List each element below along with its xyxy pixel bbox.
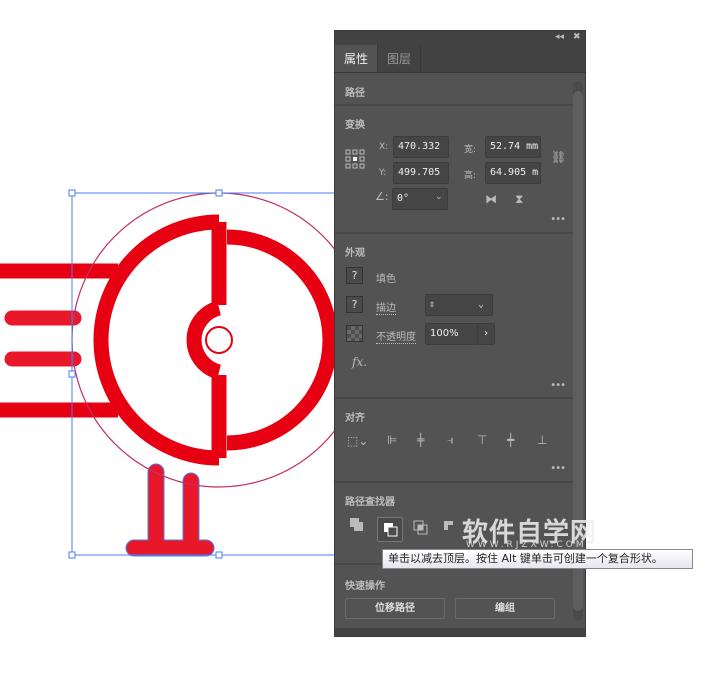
opacity-expand-button[interactable]: ›: [477, 323, 495, 345]
align-horizontal-center-icon[interactable]: ╪: [417, 433, 424, 447]
leg-shape: [125, 463, 215, 557]
center-circle: [205, 326, 233, 354]
quick-actions-title: 快速操作: [345, 581, 385, 592]
chevron-down-icon[interactable]: ⌄: [478, 295, 484, 315]
section-path-title: 路径: [345, 88, 365, 99]
minus-front-icon: [384, 523, 398, 537]
exclude-icon[interactable]: [443, 520, 459, 536]
intersect-icon[interactable]: [413, 520, 429, 536]
section-transform: 变换 X: 470.332 Y: 499.705 宽: 52.74 mm 高: …: [335, 106, 573, 234]
align-left-icon[interactable]: ⊫: [387, 433, 397, 447]
handle: [68, 551, 76, 559]
appearance-title: 外观: [345, 248, 365, 259]
opacity-swatch[interactable]: [346, 325, 363, 342]
section-align: 对齐 ⬚⌄ ⊫ ╪ ⫣ ⊤ ┿ ⊥ •••: [335, 399, 573, 483]
right-arc: [226, 229, 338, 451]
stroke-swatch[interactable]: ?: [346, 296, 363, 313]
align-vertical-center-icon[interactable]: ┿: [507, 433, 514, 447]
resize-handle[interactable]: [335, 628, 585, 636]
x-label: X:: [379, 142, 389, 152]
handle: [215, 189, 223, 197]
minus-front-button[interactable]: [377, 517, 403, 542]
collapse-icon[interactable]: ◂◂: [555, 32, 564, 42]
handle: [68, 189, 76, 197]
stroke-weight-input[interactable]: ⇕ ⌄: [425, 294, 493, 316]
width-label: 宽:: [464, 145, 477, 155]
offset-path-button[interactable]: 位移路径: [345, 598, 445, 619]
opacity-input[interactable]: 100%: [425, 323, 479, 345]
effects-button[interactable]: fx.: [352, 355, 367, 369]
align-title: 对齐: [345, 413, 365, 424]
flip-horizontal-icon[interactable]: ⧓: [485, 192, 497, 206]
height-label: 高:: [464, 171, 477, 181]
section-appearance: 外观 ? 填色 ? 描边 ⇕ ⌄ 不透明度 100% › fx. •••: [335, 234, 573, 399]
tab-layers[interactable]: 图层: [378, 45, 422, 72]
x-input[interactable]: 470.332: [393, 136, 449, 158]
unite-icon[interactable]: [349, 517, 365, 533]
close-icon[interactable]: ✖: [573, 32, 581, 42]
handle: [68, 370, 76, 378]
align-top-icon[interactable]: ⊤: [477, 433, 487, 447]
fill-label: 填色: [376, 274, 396, 285]
section-quick-actions: 快速操作 位移路径 编组: [335, 565, 573, 625]
pathfinder-title: 路径查找器: [345, 497, 395, 508]
section-path: 路径: [335, 74, 573, 106]
more-options-button[interactable]: •••: [550, 463, 566, 474]
rotate-angle-icon: ∠:: [375, 190, 389, 203]
align-right-icon[interactable]: ⫣: [447, 433, 454, 448]
flip-vertical-icon[interactable]: ⧗: [515, 192, 523, 207]
y-input[interactable]: 499.705: [393, 162, 449, 184]
more-options-button[interactable]: •••: [550, 380, 566, 391]
group-button[interactable]: 编组: [455, 598, 555, 619]
more-options-button[interactable]: •••: [550, 214, 566, 225]
tab-properties[interactable]: 属性: [335, 45, 379, 72]
reference-point-icon[interactable]: [345, 149, 365, 169]
y-label: Y:: [379, 168, 387, 178]
opacity-label[interactable]: 不透明度: [376, 328, 416, 344]
transform-title: 变换: [345, 120, 365, 131]
align-bottom-icon[interactable]: ⊥: [537, 433, 547, 447]
constrain-proportions-icon[interactable]: ⛓: [551, 150, 566, 164]
tooltip: 单击以减去顶层。按住 Alt 键单击可创建一个复合形状。: [382, 549, 693, 569]
panel-topbar: ◂◂ ✖: [335, 31, 585, 45]
fill-swatch[interactable]: ?: [346, 267, 363, 284]
width-input[interactable]: 52.74 mm: [485, 136, 541, 158]
stepper-icon[interactable]: ⇕: [429, 295, 435, 315]
align-to-selection-icon[interactable]: ⬚⌄: [347, 434, 368, 448]
chevron-down-icon[interactable]: ⌄: [435, 192, 443, 202]
stroke-label[interactable]: 描边: [376, 299, 396, 315]
height-input[interactable]: 64.905 m: [485, 162, 541, 184]
handle: [215, 551, 223, 559]
